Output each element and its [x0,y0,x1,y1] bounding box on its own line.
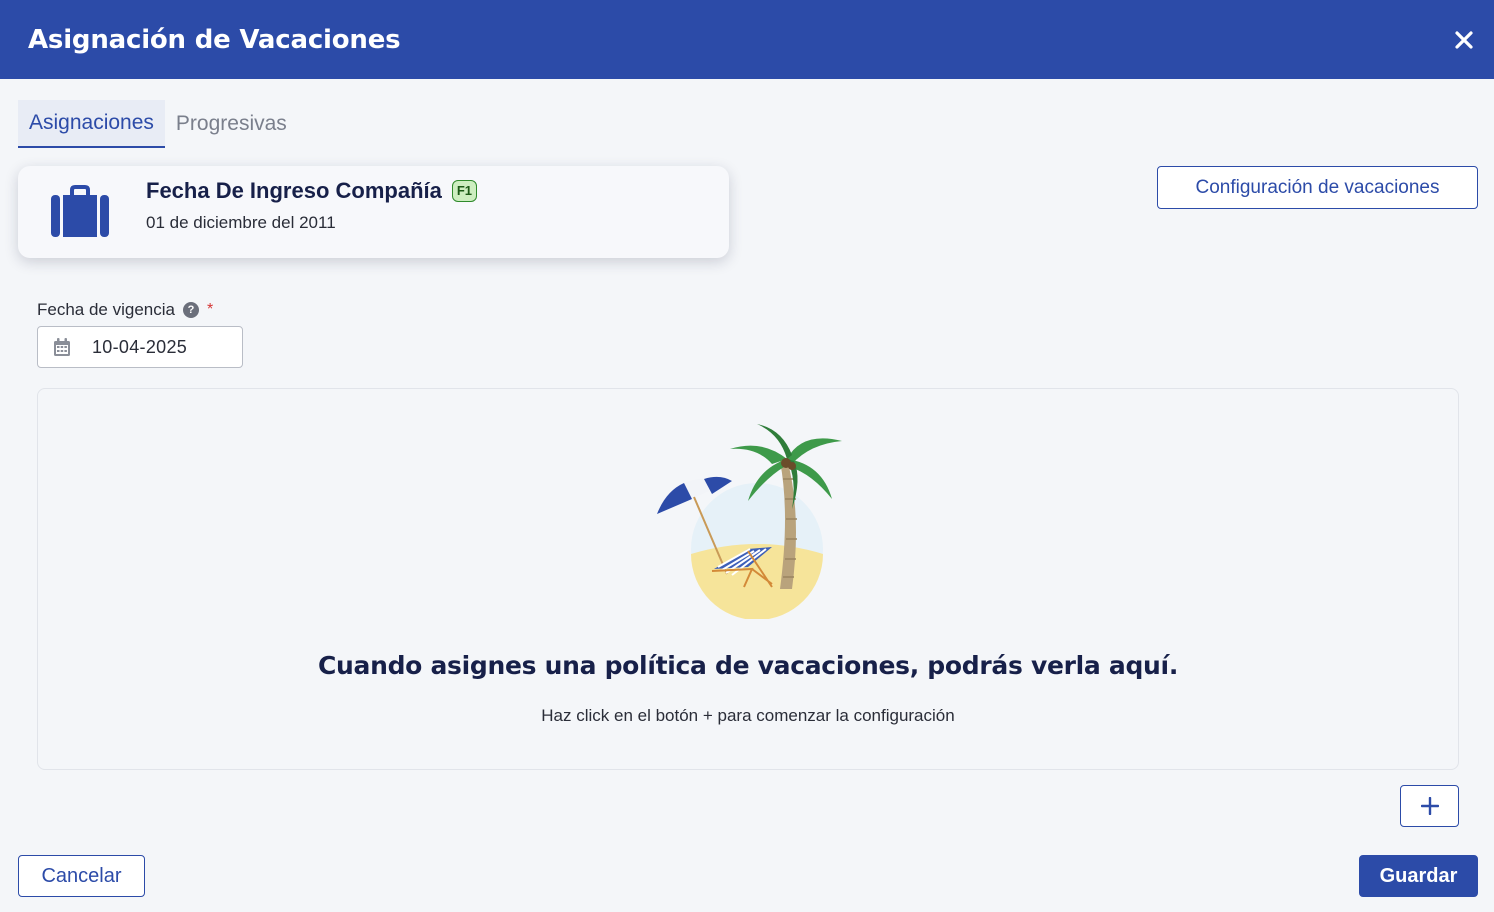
vacation-config-button[interactable]: Configuración de vacaciones [1157,166,1478,209]
help-icon[interactable]: ? [182,302,199,318]
hire-date-title: Fecha De Ingreso Compañía [146,178,442,203]
modal-header: Asignación de Vacaciones [0,0,1494,79]
required-mark: * [206,301,214,318]
tab-bar: Asignaciones Progresivas [18,100,298,148]
empty-state-subtitle: Haz click en el botón + para comenzar la… [541,706,955,725]
hire-date-value: 01 de diciembre del 2011 [146,213,336,232]
tab-progresivas[interactable]: Progresivas [165,100,298,148]
save-button[interactable]: Guardar [1359,855,1478,897]
effective-date-input[interactable]: 10-04-2025 [37,326,243,368]
add-policy-button[interactable] [1400,785,1459,827]
cancel-button[interactable]: Cancelar [18,855,145,897]
beach-palm-illustration [657,424,842,619]
briefcase-icon [51,185,109,237]
effective-date-value: 10-04-2025 [92,336,188,357]
calendar-icon [54,338,70,356]
tab-asignaciones[interactable]: Asignaciones [18,100,165,148]
hire-date-card: Fecha De Ingreso Compañía F1 01 de dicie… [18,166,729,258]
empty-state-title: Cuando asignes una política de vacacione… [317,651,1179,680]
modal-title: Asignación de Vacaciones [28,24,401,55]
effective-date-label: Fecha de vigencia [37,300,175,319]
close-button[interactable] [1452,28,1476,52]
effective-date-label-row: Fecha de vigencia ? * [37,300,213,320]
empty-state-panel: Cuando asignes una política de vacacione… [37,388,1459,770]
close-icon[interactable] [1454,30,1474,50]
plus-icon [1420,797,1439,815]
f1-badge: F1 [451,180,478,202]
